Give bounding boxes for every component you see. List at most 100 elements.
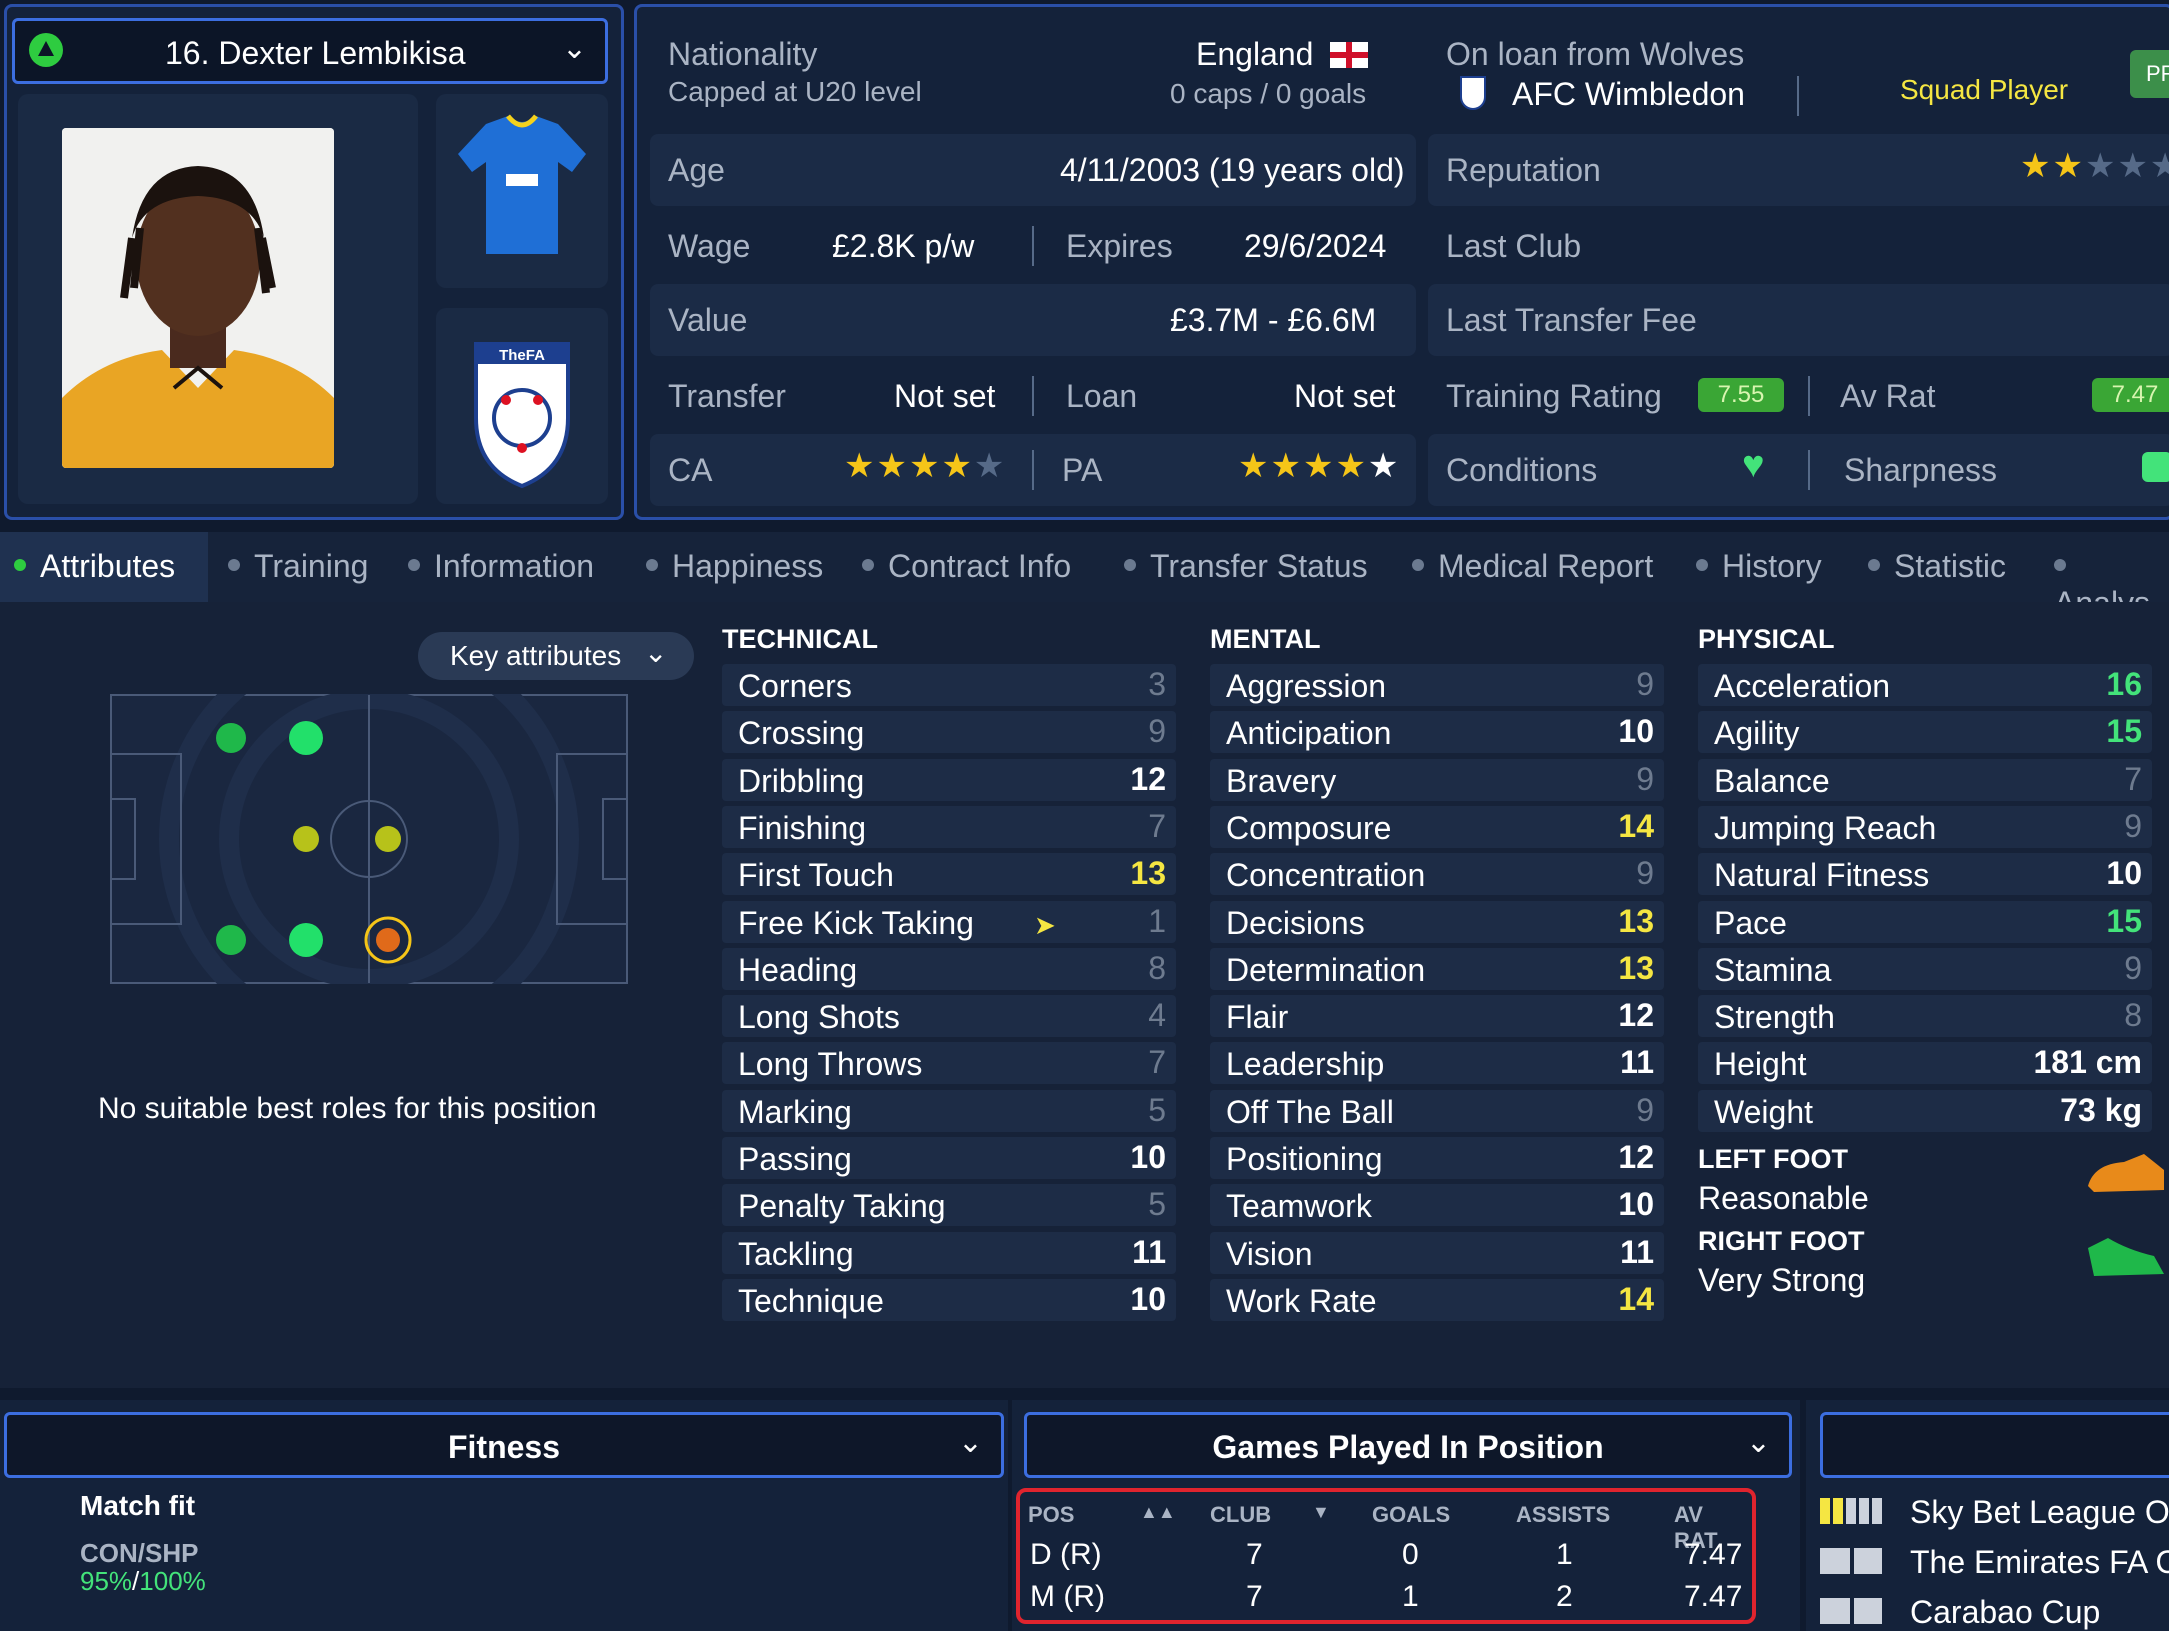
attribute-row-flair[interactable]: Flair 12 <box>1210 995 1664 1038</box>
sort-desc-icon[interactable]: ▼ <box>1312 1502 1330 1523</box>
attribute-row-teamwork[interactable]: Teamwork 10 <box>1210 1184 1664 1227</box>
player-selector[interactable]: 16. Dexter Lembikisa ⌄ <box>12 18 608 84</box>
loan-value[interactable]: Not set <box>1294 378 1395 415</box>
attribute-row-bravery[interactable]: Bravery 9 <box>1210 758 1664 801</box>
attribute-name: Work Rate <box>1226 1282 1377 1319</box>
competition-item[interactable]: The Emirates FA C <box>1910 1544 2169 1581</box>
tab-attributes[interactable]: Attributes <box>14 548 175 585</box>
attribute-row-heading[interactable]: Heading 8 <box>722 947 1176 990</box>
attribute-row-leadership[interactable]: Leadership 11 <box>1210 1042 1664 1085</box>
attribute-row-balance[interactable]: Balance 7 <box>1698 758 2152 801</box>
attribute-row-height[interactable]: Height 181 cm <box>1698 1042 2152 1085</box>
attribute-row-corners[interactable]: Corners 3 <box>722 664 1176 706</box>
attribute-value: 14 <box>1618 1280 1654 1317</box>
sharpness-label: Sharpness <box>1844 452 1997 488</box>
form-bars-icon <box>1820 1598 1882 1624</box>
attribute-name: Technique <box>738 1282 884 1319</box>
tab-medical-report[interactable]: Medical Report <box>1412 548 1653 585</box>
competition-item[interactable]: Carabao Cup <box>1910 1594 2100 1631</box>
chevron-down-icon: ⌄ <box>644 637 668 668</box>
av-rat-badge: 7.47 <box>2092 378 2169 412</box>
tab-information[interactable]: Information <box>408 548 594 585</box>
fitness-header[interactable]: Fitness ⌄ <box>4 1412 1004 1478</box>
attribute-row-vision[interactable]: Vision 11 <box>1210 1231 1664 1274</box>
attribute-name: Free Kick Taking <box>738 904 974 941</box>
games-header[interactable]: Games Played In Position ⌄ <box>1024 1412 1792 1478</box>
attribute-row-determination[interactable]: Determination 13 <box>1210 947 1664 990</box>
attribute-row-off-the-ball[interactable]: Off The Ball 9 <box>1210 1089 1664 1132</box>
attribute-name: Penalty Taking <box>738 1188 946 1225</box>
row-av-rat: 7.47 <box>1684 1538 1743 1571</box>
tab-statistic[interactable]: Statistic <box>1868 548 2006 585</box>
attribute-name: Anticipation <box>1226 715 1392 752</box>
attribute-row-penalty-taking[interactable]: Penalty Taking 5 <box>722 1184 1176 1227</box>
col-goals[interactable]: GOALS <box>1372 1502 1450 1528</box>
attribute-row-agility[interactable]: Agility 15 <box>1698 711 2152 754</box>
tab-dot-icon <box>2054 558 2066 571</box>
tab-happiness[interactable]: Happiness <box>646 548 823 585</box>
attribute-row-tackling[interactable]: Tackling 11 <box>722 1231 1176 1274</box>
attribute-row-passing[interactable]: Passing 10 <box>722 1137 1176 1179</box>
attribute-value: 9 <box>1636 666 1654 702</box>
attribute-row-dribbling[interactable]: Dribbling 12 <box>722 758 1176 801</box>
tab-label: Attributes <box>40 548 176 584</box>
attribute-row-crossing[interactable]: Crossing 9 <box>722 711 1176 754</box>
attribute-row-strength[interactable]: Strength 8 <box>1698 995 2152 1038</box>
col-club[interactable]: CLUB <box>1210 1502 1271 1528</box>
transfer-value[interactable]: Not set <box>894 378 995 415</box>
wage-label: Wage <box>668 228 751 264</box>
col-pos[interactable]: POS <box>1028 1502 1074 1528</box>
sort-asc-icon[interactable]: ▲▲ <box>1140 1502 1176 1523</box>
tab-transfer-status[interactable]: Transfer Status <box>1124 548 1368 585</box>
col-assists[interactable]: ASSISTS <box>1516 1502 1610 1528</box>
attribute-row-long-throws[interactable]: Long Throws 7 <box>722 1042 1176 1085</box>
expires-label: Expires <box>1066 228 1173 264</box>
attribute-value: 9 <box>1636 1091 1654 1128</box>
attribute-row-aggression[interactable]: Aggression 9 <box>1210 664 1664 706</box>
attribute-name: Natural Fitness <box>1714 857 1930 894</box>
attribute-row-composure[interactable]: Composure 14 <box>1210 805 1664 848</box>
games-title: Games Played In Position <box>1212 1429 1604 1465</box>
squad-status: Squad Player <box>1900 74 2069 105</box>
attribute-row-first-touch[interactable]: First Touch 13 <box>722 853 1176 896</box>
attribute-value: 7 <box>1148 1044 1166 1081</box>
attribute-row-stamina[interactable]: Stamina 9 <box>1698 947 2152 990</box>
attribute-row-technique[interactable]: Technique 10 <box>722 1278 1176 1321</box>
preferred-arrow-icon: ➤ <box>1034 910 1056 940</box>
attribute-row-work-rate[interactable]: Work Rate 14 <box>1210 1278 1664 1321</box>
attribute-value: 10 <box>1618 1186 1654 1223</box>
club-kit <box>436 94 608 288</box>
competition-item[interactable]: Sky Bet League On <box>1910 1494 2169 1531</box>
club-name[interactable]: AFC Wimbledon <box>1512 76 1745 113</box>
nationality-value[interactable]: England <box>1196 36 1313 73</box>
ca-stars: ★★★★★ <box>844 447 1007 485</box>
attribute-row-decisions[interactable]: Decisions 13 <box>1210 900 1664 943</box>
attribute-row-long-shots[interactable]: Long Shots 4 <box>722 995 1176 1038</box>
attribute-row-pace[interactable]: Pace 15 <box>1698 900 2152 943</box>
attribute-value: 7 <box>1148 807 1166 844</box>
attribute-row-free-kick-taking[interactable]: Free Kick Taking 1 <box>722 900 1176 943</box>
attribute-row-finishing[interactable]: Finishing 7 <box>722 805 1176 848</box>
attribute-row-positioning[interactable]: Positioning 12 <box>1210 1137 1664 1179</box>
divider <box>1032 376 1034 416</box>
attribute-row-anticipation[interactable]: Anticipation 10 <box>1210 711 1664 754</box>
attribute-value: 9 <box>1148 713 1166 750</box>
tab-label: Training <box>254 548 369 584</box>
competitions-header[interactable] <box>1820 1412 2169 1478</box>
attribute-row-jumping-reach[interactable]: Jumping Reach 9 <box>1698 805 2152 848</box>
personality-badge[interactable]: PR <box>2130 50 2169 98</box>
tab-label: Contract Info <box>888 548 1072 584</box>
attribute-row-acceleration[interactable]: Acceleration 16 <box>1698 664 2152 706</box>
attribute-value: 4 <box>1148 997 1166 1034</box>
loan-label: Loan <box>1066 378 1138 414</box>
tab-contract-info[interactable]: Contract Info <box>862 548 1071 585</box>
key-attributes-dropdown[interactable]: Key attributes ⌄ <box>418 632 694 680</box>
tab-history[interactable]: History <box>1696 548 1822 585</box>
attribute-row-weight[interactable]: Weight 73 kg <box>1698 1089 2152 1132</box>
attribute-row-natural-fitness[interactable]: Natural Fitness 10 <box>1698 853 2152 896</box>
tab-dot-icon <box>228 558 240 571</box>
tab-training[interactable]: Training <box>228 548 368 585</box>
left-boot-icon <box>2088 1154 2164 1192</box>
attribute-row-marking[interactable]: Marking 5 <box>722 1089 1176 1132</box>
attribute-row-concentration[interactable]: Concentration 9 <box>1210 853 1664 896</box>
